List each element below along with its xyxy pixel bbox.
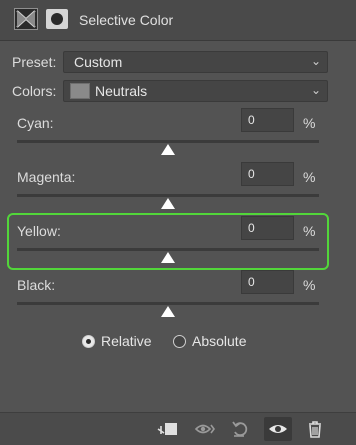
magenta-input[interactable]: 0	[241, 162, 294, 186]
cyan-track[interactable]	[17, 140, 319, 143]
black-thumb[interactable]	[161, 306, 175, 317]
trash-icon[interactable]	[302, 419, 326, 439]
colors-value: Neutrals	[95, 83, 148, 99]
cyan-thumb[interactable]	[161, 144, 175, 155]
magenta-label: Magenta:	[17, 169, 76, 185]
panel-footer	[0, 412, 356, 445]
reset-icon[interactable]	[228, 419, 252, 439]
clip-to-layer-icon[interactable]	[155, 419, 179, 439]
view-previous-state-icon[interactable]	[192, 419, 216, 439]
chevron-down-icon: ⌄	[310, 83, 321, 97]
relative-label: Relative	[101, 333, 152, 349]
color-swatch	[70, 83, 90, 99]
panel-header: Selective Color	[0, 0, 356, 41]
black-label: Black:	[17, 277, 56, 293]
black-input[interactable]: 0	[241, 270, 294, 294]
colors-label: Colors:	[12, 83, 57, 99]
yellow-percent: %	[303, 223, 316, 239]
black-percent: %	[303, 277, 316, 293]
magenta-track[interactable]	[17, 194, 319, 197]
selective-color-adjustment-icon[interactable]	[14, 8, 38, 30]
cyan-percent: %	[303, 115, 316, 131]
black-track[interactable]	[17, 302, 319, 305]
magenta-percent: %	[303, 169, 316, 185]
yellow-label: Yellow:	[17, 223, 61, 239]
absolute-label: Absolute	[192, 333, 247, 349]
relative-radio[interactable]	[82, 335, 95, 348]
cyan-label: Cyan:	[17, 115, 54, 131]
preset-label: Preset:	[12, 54, 57, 70]
layer-mask-icon[interactable]	[46, 9, 68, 29]
panel-title: Selective Color	[79, 12, 174, 28]
magenta-thumb[interactable]	[161, 198, 175, 209]
yellow-input[interactable]: 0	[241, 216, 294, 240]
yellow-thumb[interactable]	[161, 252, 175, 263]
colors-dropdown[interactable]: Neutrals ⌄	[63, 80, 328, 102]
preset-value: Custom	[74, 54, 123, 70]
absolute-radio[interactable]	[173, 335, 186, 348]
yellow-track[interactable]	[17, 248, 319, 251]
chevron-down-icon: ⌄	[310, 54, 321, 68]
preset-dropdown[interactable]: Custom ⌄	[63, 51, 328, 73]
visibility-eye-icon[interactable]	[264, 417, 292, 441]
cyan-input[interactable]: 0	[241, 108, 294, 132]
